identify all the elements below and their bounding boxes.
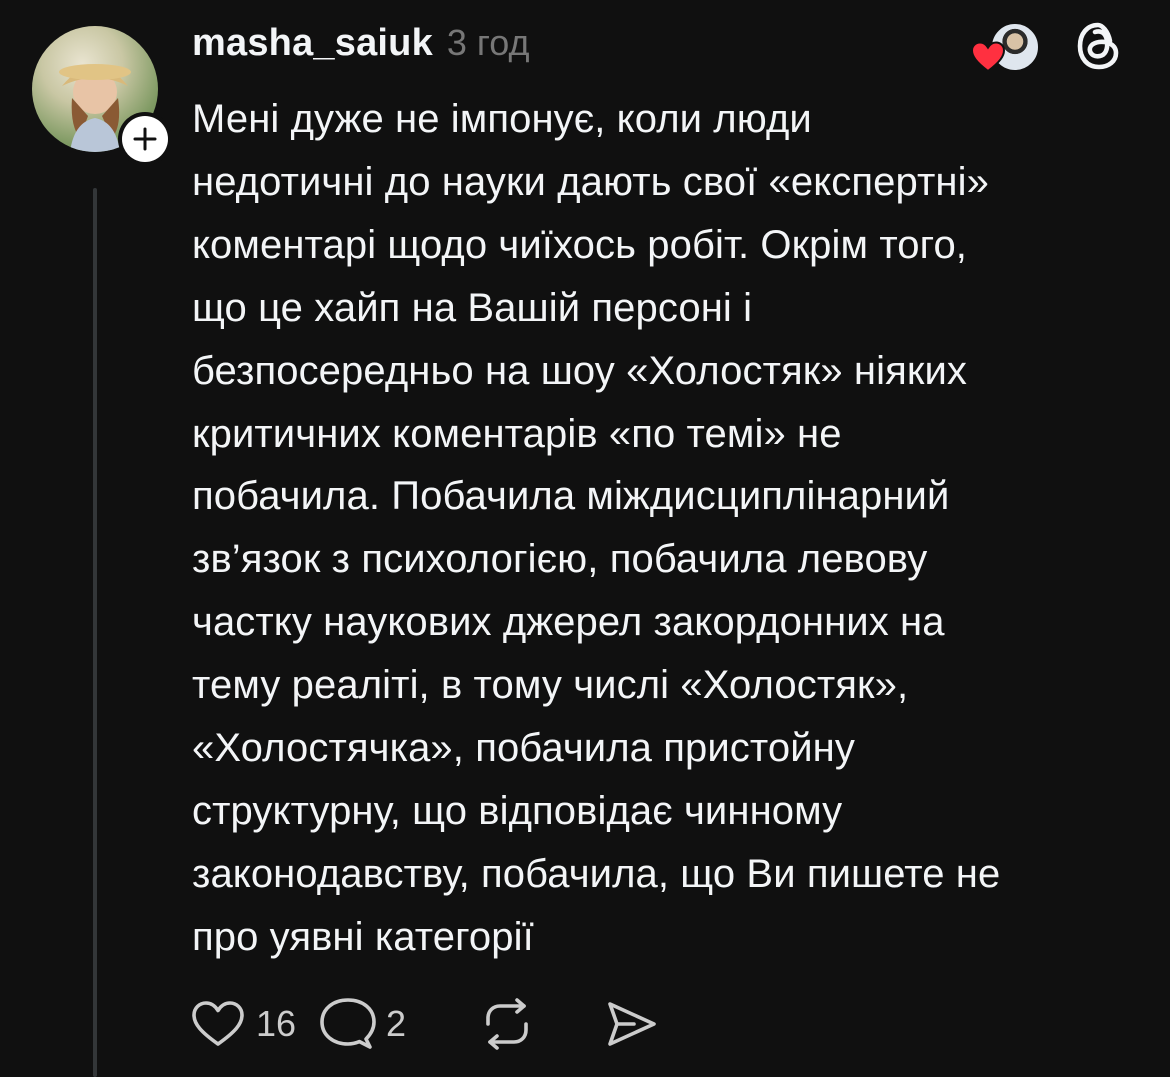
post-text-line: що це хайп на Вашій персоні і: [192, 285, 753, 330]
post-text-line: зв’язок з психологією, побачила левову: [192, 537, 928, 582]
thread-post: masha_saiuk 3 год Мені дуже не імпонує, …: [0, 0, 1170, 1077]
post-header: masha_saiuk 3 год: [192, 22, 530, 74]
thread-connector-line: [93, 188, 97, 1077]
post-action-bar: 16 2: [190, 994, 658, 1054]
heart-icon: [970, 41, 1006, 73]
post-text-line: частку наукових джерел закордонних на: [192, 600, 945, 645]
repost-icon: [486, 998, 528, 1050]
post-text-line: Мені дуже не імпонує, коли люди: [192, 97, 812, 141]
liked-by-author-indicator[interactable]: [970, 18, 1040, 74]
send-icon: [608, 1002, 656, 1046]
comment-count: 2: [386, 1003, 407, 1044]
post-body-text[interactable]: Мені дуже не імпонує, коли люди недотичні…: [192, 88, 1142, 969]
post-timestamp[interactable]: 3 год: [447, 22, 530, 64]
threads-logo-icon[interactable]: [1074, 19, 1124, 73]
share-button[interactable]: [604, 999, 658, 1049]
comment-bubble-icon: [320, 998, 376, 1049]
post-text-line: «Холостячка», побачила пристойну: [192, 726, 855, 771]
plus-icon: [133, 127, 157, 151]
post-text-line: недотичні до науки дають свої «експертні…: [192, 159, 989, 204]
author-avatar-container[interactable]: [32, 26, 172, 166]
follow-button[interactable]: [118, 112, 172, 166]
author-username[interactable]: masha_saiuk: [192, 22, 433, 65]
post-header-actions: [970, 18, 1124, 74]
like-count: 16: [256, 1003, 297, 1044]
post-text-line: про уявні категорії: [192, 914, 534, 959]
like-button[interactable]: 16: [190, 999, 320, 1049]
post-text-line: побачила. Побачила міждисциплінарний: [192, 474, 950, 519]
follow-button-inner: [122, 116, 168, 162]
heart-outline-icon: [192, 1001, 244, 1046]
post-text-line: тему реаліті, в тому числі «Холостяк»,: [192, 663, 909, 708]
post-text-line: законодавству, побачила, що Ви пишете не: [192, 851, 1001, 896]
post-text-line: критичних коментарів «по темі» не: [192, 411, 842, 456]
post-text-line: коментарі щодо чиїхось робіт. Окрім того…: [192, 222, 968, 267]
comment-button[interactable]: 2: [320, 997, 480, 1051]
repost-button[interactable]: [480, 998, 604, 1050]
post-text-line: безпосередньо на шоу «Холостяк» ніяких: [192, 348, 968, 393]
post-text-line: структурну, що відповідає чинному: [192, 788, 843, 833]
